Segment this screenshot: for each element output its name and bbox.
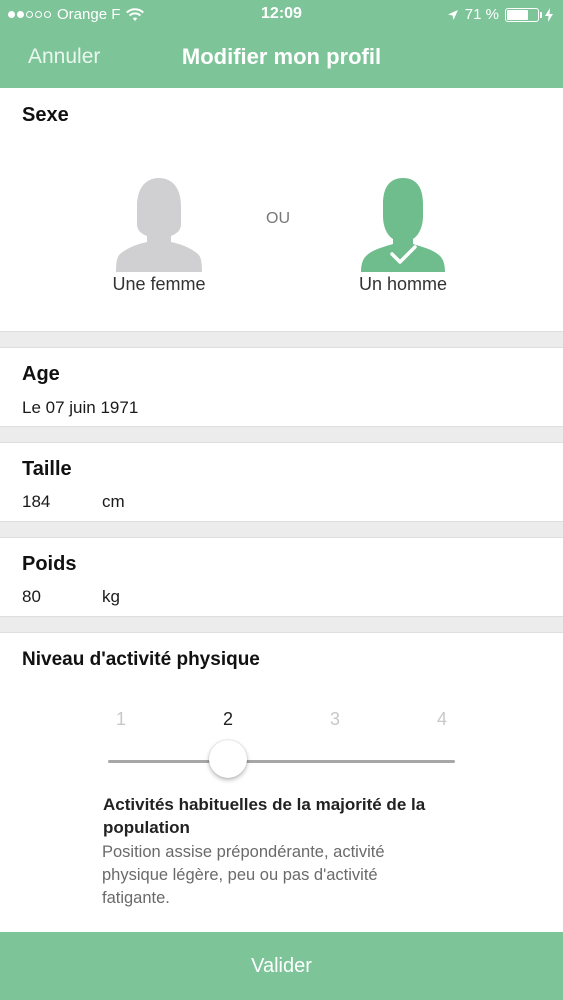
- age-section[interactable]: Age Le 07 juin 1971: [0, 347, 563, 427]
- weight-heading: Poids: [22, 553, 77, 575]
- activity-level-3[interactable]: 3: [323, 709, 347, 730]
- male-option[interactable]: Un homme: [348, 176, 458, 295]
- male-avatar-icon: [361, 178, 445, 272]
- female-avatar-icon: [116, 178, 202, 272]
- weight-unit: kg: [102, 587, 120, 606]
- status-bar: Orange F 12:09 71 %: [0, 0, 563, 30]
- weight-section[interactable]: Poids 80 kg: [0, 537, 563, 617]
- battery-percentage: 71 %: [464, 6, 499, 23]
- top-bar: Orange F 12:09 71 % Annuler Modifier mon…: [0, 0, 563, 88]
- profile-edit-screen: Orange F 12:09 71 % Annuler Modifier mon…: [0, 0, 563, 1000]
- age-value[interactable]: Le 07 juin 1971: [22, 398, 138, 418]
- height-value[interactable]: 184: [22, 492, 102, 512]
- location-arrow-icon: [447, 9, 458, 20]
- charging-bolt-icon: [545, 7, 553, 22]
- battery-icon: [505, 7, 542, 22]
- male-label: Un homme: [358, 274, 448, 294]
- sex-heading: Sexe: [22, 104, 69, 126]
- activity-level-1[interactable]: 1: [109, 709, 133, 730]
- weight-value[interactable]: 80: [22, 587, 102, 607]
- activity-heading: Niveau d'activité physique: [22, 649, 260, 670]
- activity-description: Position assise prépondérante, activité …: [102, 843, 385, 907]
- activity-slider-track[interactable]: [108, 760, 455, 763]
- sex-section: Sexe Une femme OU Un homme: [0, 88, 563, 332]
- height-section[interactable]: Taille 184 cm: [0, 442, 563, 522]
- height-heading: Taille: [22, 458, 72, 480]
- age-heading: Age: [22, 363, 60, 385]
- female-option[interactable]: Une femme: [104, 176, 214, 295]
- activity-level-4[interactable]: 4: [430, 709, 454, 730]
- activity-description-title: Activités habituelles de la majorité de …: [103, 795, 426, 837]
- or-separator: OU: [266, 210, 290, 227]
- page-title: Modifier mon profil: [181, 44, 382, 69]
- activity-slider-thumb[interactable]: [209, 740, 247, 778]
- height-unit: cm: [102, 492, 125, 511]
- activity-level-2[interactable]: 2: [216, 709, 240, 730]
- validate-button[interactable]: Valider: [0, 932, 563, 1000]
- navigation-bar: Annuler Modifier mon profil: [0, 30, 563, 88]
- battery-level: [507, 9, 529, 20]
- female-label: Une femme: [112, 274, 206, 294]
- activity-level-labels: 1 2 3 4: [0, 709, 563, 733]
- activity-section: Niveau d'activité physique 1 2 3 4 Activité…: [0, 632, 563, 932]
